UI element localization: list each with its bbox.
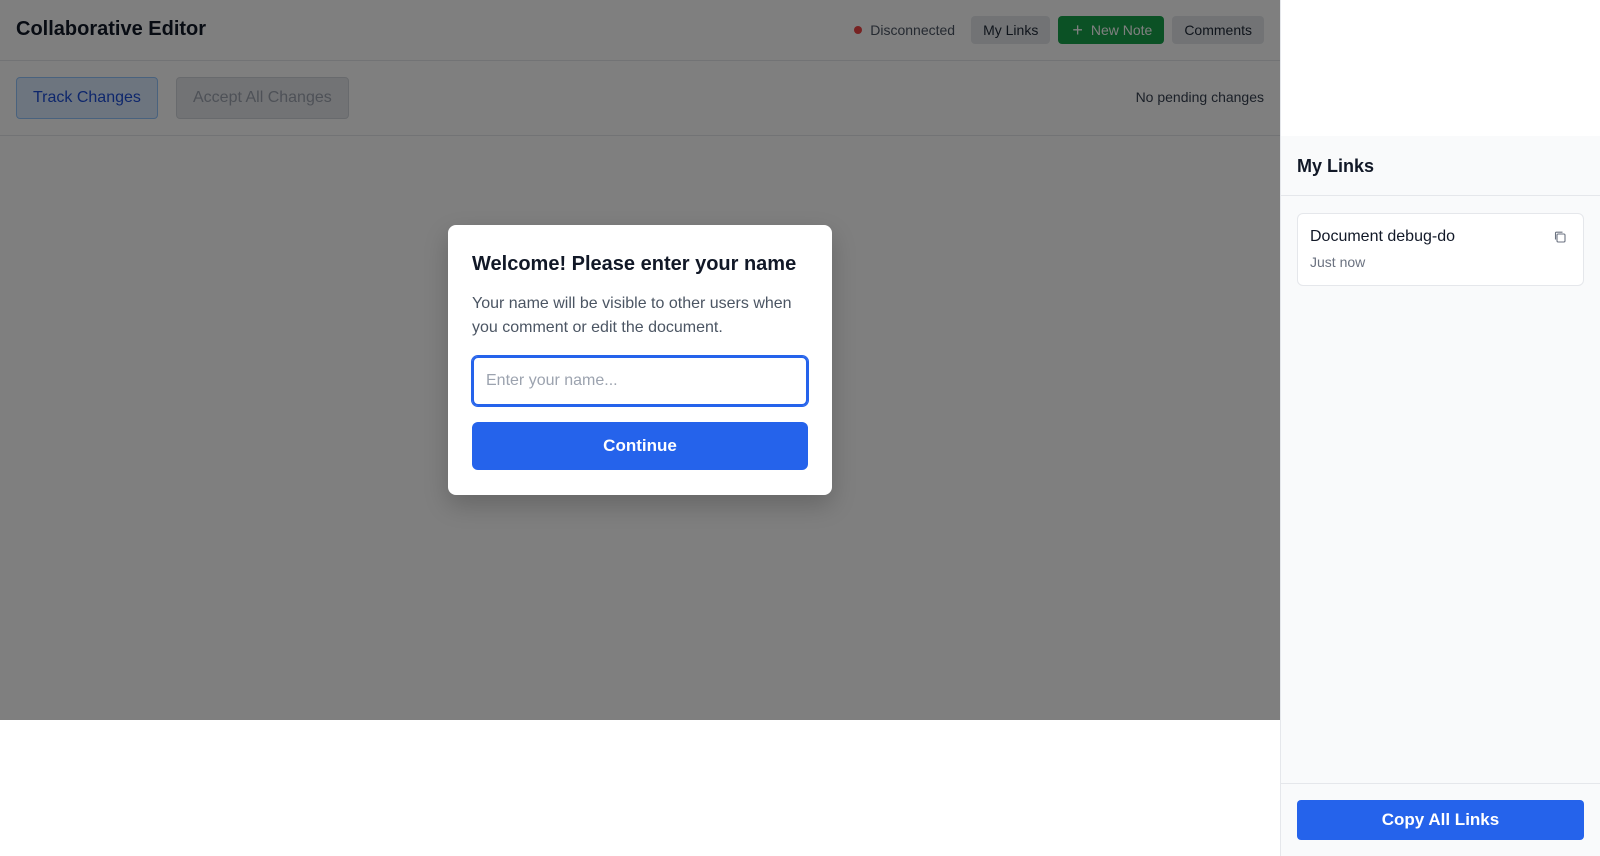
modal-overlay: Welcome! Please enter your name Your nam… [0, 0, 1280, 720]
my-links-panel: My Links Document debug-do Just now Copy… [1280, 0, 1600, 856]
dialog-title: Welcome! Please enter your name [472, 253, 797, 275]
my-links-panel-body: My Links Document debug-do Just now Copy… [1281, 136, 1600, 856]
name-entry-dialog: Welcome! Please enter your name Your nam… [448, 225, 832, 495]
panel-title: My Links [1281, 136, 1600, 196]
name-input[interactable] [471, 355, 809, 407]
link-timestamp: Just now [1310, 254, 1366, 270]
link-title: Document debug-do [1310, 228, 1455, 245]
link-item[interactable]: Document debug-do Just now [1297, 213, 1584, 286]
copy-icon[interactable] [1553, 230, 1567, 244]
continue-button[interactable]: Continue [472, 422, 808, 470]
dialog-description: Your name will be visible to other users… [472, 295, 792, 336]
panel-footer: Copy All Links [1281, 783, 1600, 856]
editor-main: Collaborative Editor Disconnected My Lin… [0, 0, 1280, 856]
copy-all-links-button[interactable]: Copy All Links [1297, 800, 1584, 840]
